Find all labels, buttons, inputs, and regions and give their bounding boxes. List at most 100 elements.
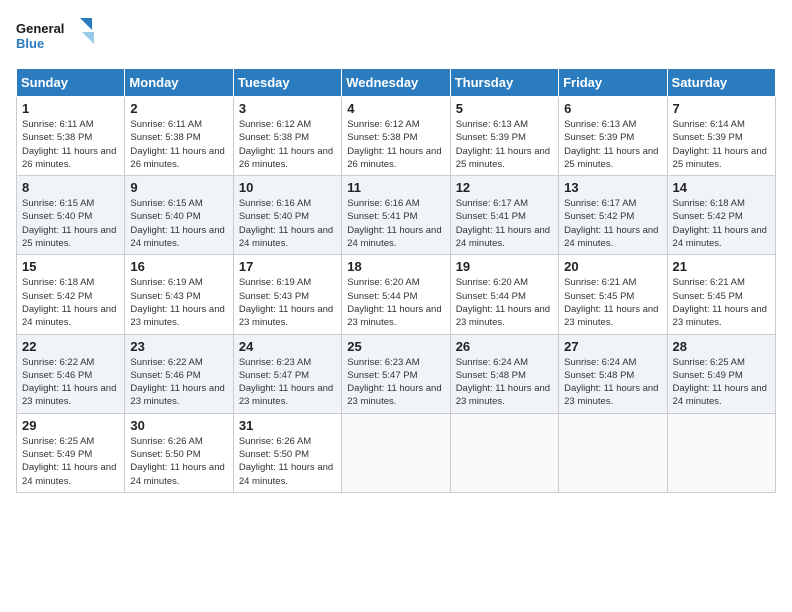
cell-sun-info: Sunrise: 6:19 AM Sunset: 5:43 PM Dayligh… [239,276,336,329]
calendar-cell: 4 Sunrise: 6:12 AM Sunset: 5:38 PM Daylig… [342,97,450,176]
calendar-row: 8Sunrise: 6:15 AM Sunset: 5:40 PM Daylig… [17,176,776,255]
day-number: 24 [239,339,336,354]
calendar-table: Sunday Monday Tuesday Wednesday Thursday… [16,68,776,493]
calendar-cell: 17 Sunrise: 6:19 AM Sunset: 5:43 PM Dayli… [233,255,341,334]
cell-sun-info: Sunrise: 6:16 AM Sunset: 5:41 PM Dayligh… [347,197,444,250]
col-friday: Friday [559,69,667,97]
calendar-cell: 18 Sunrise: 6:20 AM Sunset: 5:44 PM Dayli… [342,255,450,334]
calendar-cell: 14 Sunrise: 6:18 AM Sunset: 5:42 PM Dayli… [667,176,775,255]
calendar-cell: 16 Sunrise: 6:19 AM Sunset: 5:43 PM Dayli… [125,255,233,334]
col-sunday: Sunday [17,69,125,97]
calendar-cell [342,413,450,492]
day-number: 20 [564,259,661,274]
day-number: 6 [564,101,661,116]
cell-sun-info: Sunrise: 6:21 AM Sunset: 5:45 PM Dayligh… [673,276,770,329]
cell-sun-info: Sunrise: 6:22 AM Sunset: 5:46 PM Dayligh… [22,356,119,409]
cell-sun-info: Sunrise: 6:11 AM Sunset: 5:38 PM Dayligh… [130,118,227,171]
day-number: 19 [456,259,553,274]
col-wednesday: Wednesday [342,69,450,97]
cell-sun-info: Sunrise: 6:17 AM Sunset: 5:42 PM Dayligh… [564,197,661,250]
day-number: 18 [347,259,444,274]
day-number: 3 [239,101,336,116]
page-header: General Blue [16,16,776,56]
day-number: 28 [673,339,770,354]
calendar-cell: 15Sunrise: 6:18 AM Sunset: 5:42 PM Dayli… [17,255,125,334]
day-number: 25 [347,339,444,354]
calendar-cell: 9Sunrise: 6:15 AM Sunset: 5:40 PM Daylig… [125,176,233,255]
cell-sun-info: Sunrise: 6:16 AM Sunset: 5:40 PM Dayligh… [239,197,336,250]
day-number: 23 [130,339,227,354]
cell-sun-info: Sunrise: 6:23 AM Sunset: 5:47 PM Dayligh… [347,356,444,409]
calendar-cell: 3 Sunrise: 6:12 AM Sunset: 5:38 PM Daylig… [233,97,341,176]
cell-sun-info: Sunrise: 6:13 AM Sunset: 5:39 PM Dayligh… [564,118,661,171]
day-number: 31 [239,418,336,433]
calendar-cell: 23 Sunrise: 6:22 AM Sunset: 5:46 PM Dayli… [125,334,233,413]
calendar-cell [667,413,775,492]
day-number: 14 [673,180,770,195]
calendar-cell: 24 Sunrise: 6:23 AM Sunset: 5:47 PM Dayli… [233,334,341,413]
cell-sun-info: Sunrise: 6:25 AM Sunset: 5:49 PM Dayligh… [22,435,119,488]
cell-sun-info: Sunrise: 6:12 AM Sunset: 5:38 PM Dayligh… [347,118,444,171]
day-number: 2 [130,101,227,116]
cell-sun-info: Sunrise: 6:22 AM Sunset: 5:46 PM Dayligh… [130,356,227,409]
cell-sun-info: Sunrise: 6:23 AM Sunset: 5:47 PM Dayligh… [239,356,336,409]
calendar-cell: 11 Sunrise: 6:16 AM Sunset: 5:41 PM Dayli… [342,176,450,255]
day-number: 30 [130,418,227,433]
day-number: 1 [22,101,119,116]
calendar-cell: 13 Sunrise: 6:17 AM Sunset: 5:42 PM Dayli… [559,176,667,255]
calendar-cell: 30 Sunrise: 6:26 AM Sunset: 5:50 PM Dayli… [125,413,233,492]
cell-sun-info: Sunrise: 6:25 AM Sunset: 5:49 PM Dayligh… [673,356,770,409]
col-tuesday: Tuesday [233,69,341,97]
cell-sun-info: Sunrise: 6:24 AM Sunset: 5:48 PM Dayligh… [564,356,661,409]
cell-sun-info: Sunrise: 6:18 AM Sunset: 5:42 PM Dayligh… [22,276,119,329]
calendar-body: 1 Sunrise: 6:11 AM Sunset: 5:38 PM Daylig… [17,97,776,493]
calendar-cell: 26Sunrise: 6:24 AM Sunset: 5:48 PM Dayli… [450,334,558,413]
calendar-cell: 28 Sunrise: 6:25 AM Sunset: 5:49 PM Dayli… [667,334,775,413]
col-saturday: Saturday [667,69,775,97]
day-number: 4 [347,101,444,116]
cell-sun-info: Sunrise: 6:12 AM Sunset: 5:38 PM Dayligh… [239,118,336,171]
cell-sun-info: Sunrise: 6:20 AM Sunset: 5:44 PM Dayligh… [347,276,444,329]
cell-sun-info: Sunrise: 6:17 AM Sunset: 5:41 PM Dayligh… [456,197,553,250]
day-number: 12 [456,180,553,195]
calendar-cell: 1Sunrise: 6:11 AM Sunset: 5:38 PM Daylig… [17,97,125,176]
calendar-cell: 5Sunrise: 6:13 AM Sunset: 5:39 PM Daylig… [450,97,558,176]
day-number: 26 [456,339,553,354]
calendar-row: 1 Sunrise: 6:11 AM Sunset: 5:38 PM Daylig… [17,97,776,176]
calendar-cell: 7 Sunrise: 6:14 AM Sunset: 5:39 PM Daylig… [667,97,775,176]
day-number: 11 [347,180,444,195]
svg-text:General: General [16,21,64,36]
day-number: 22 [22,339,119,354]
cell-sun-info: Sunrise: 6:18 AM Sunset: 5:42 PM Dayligh… [673,197,770,250]
calendar-cell: 29Sunrise: 6:25 AM Sunset: 5:49 PM Dayli… [17,413,125,492]
svg-text:Blue: Blue [16,36,44,51]
calendar-cell: 25 Sunrise: 6:23 AM Sunset: 5:47 PM Dayli… [342,334,450,413]
calendar-cell: 19 Sunrise: 6:20 AM Sunset: 5:44 PM Dayli… [450,255,558,334]
calendar-cell: 6 Sunrise: 6:13 AM Sunset: 5:39 PM Daylig… [559,97,667,176]
calendar-cell: 22 Sunrise: 6:22 AM Sunset: 5:46 PM Dayli… [17,334,125,413]
calendar-row: 29Sunrise: 6:25 AM Sunset: 5:49 PM Dayli… [17,413,776,492]
calendar-cell: 20Sunrise: 6:21 AM Sunset: 5:45 PM Dayli… [559,255,667,334]
day-number: 13 [564,180,661,195]
calendar-cell: 2 Sunrise: 6:11 AM Sunset: 5:38 PM Daylig… [125,97,233,176]
cell-sun-info: Sunrise: 6:15 AM Sunset: 5:40 PM Dayligh… [130,197,227,250]
col-monday: Monday [125,69,233,97]
cell-sun-info: Sunrise: 6:19 AM Sunset: 5:43 PM Dayligh… [130,276,227,329]
calendar-cell [559,413,667,492]
calendar-cell: 27 Sunrise: 6:24 AM Sunset: 5:48 PM Dayli… [559,334,667,413]
cell-sun-info: Sunrise: 6:14 AM Sunset: 5:39 PM Dayligh… [673,118,770,171]
cell-sun-info: Sunrise: 6:26 AM Sunset: 5:50 PM Dayligh… [239,435,336,488]
cell-sun-info: Sunrise: 6:20 AM Sunset: 5:44 PM Dayligh… [456,276,553,329]
cell-sun-info: Sunrise: 6:15 AM Sunset: 5:40 PM Dayligh… [22,197,119,250]
logo: General Blue [16,16,96,56]
day-number: 27 [564,339,661,354]
day-number: 7 [673,101,770,116]
day-number: 5 [456,101,553,116]
cell-sun-info: Sunrise: 6:26 AM Sunset: 5:50 PM Dayligh… [130,435,227,488]
day-number: 17 [239,259,336,274]
calendar-cell: 8Sunrise: 6:15 AM Sunset: 5:40 PM Daylig… [17,176,125,255]
calendar-header-row: Sunday Monday Tuesday Wednesday Thursday… [17,69,776,97]
day-number: 16 [130,259,227,274]
calendar-cell: 21Sunrise: 6:21 AM Sunset: 5:45 PM Dayli… [667,255,775,334]
day-number: 10 [239,180,336,195]
